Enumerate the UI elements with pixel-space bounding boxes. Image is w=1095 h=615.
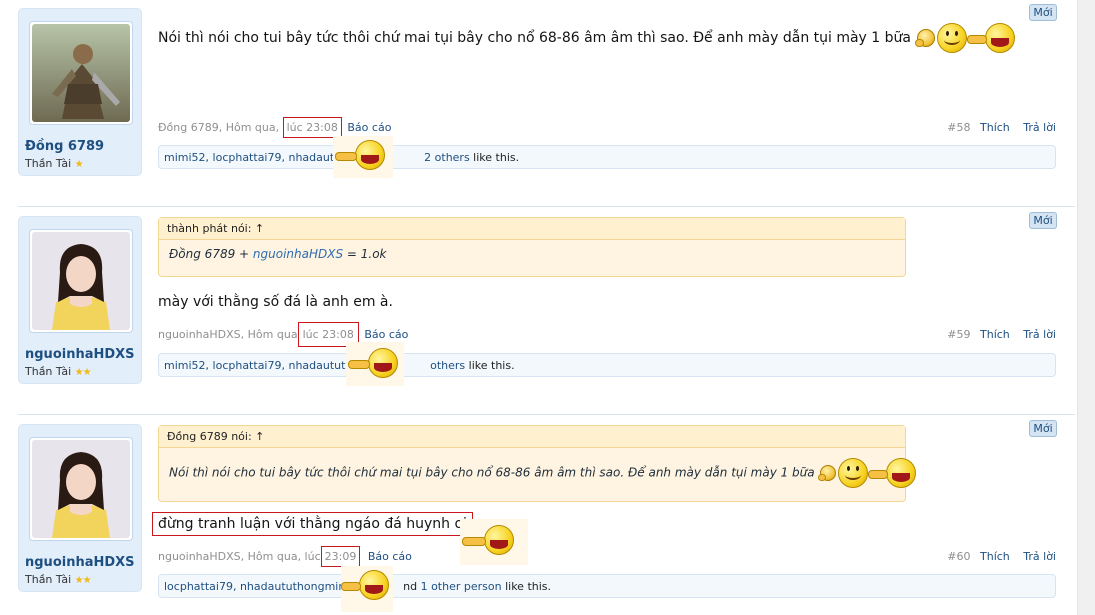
likes-names[interactable]: locphattai79, nhadaututhongminh, tr [164,580,368,593]
quote-author[interactable]: thành phát nói: ↑ [159,218,905,240]
quote-body-text: Nói thì nói cho tui bây tức thôi chứ mai… [169,465,815,480]
avatar-image [32,24,130,122]
star-icon: ★★ [74,575,92,586]
likes-names[interactable]: mimi52, locphattai79, nhadaututho [164,151,359,164]
avatar[interactable] [29,229,133,333]
user-title-text: Thần Tài [25,365,72,378]
likes-others-link[interactable]: others [430,359,465,372]
likes-summary: mimi52, locphattai79, nhadaututho 2 othe… [158,145,1056,169]
pointing-laugh-icon [868,458,918,488]
likes-suffix: like this. [469,151,520,164]
likes-suffix: like this. [465,359,515,372]
like-link[interactable]: Thích [980,328,1010,341]
post-number[interactable]: #58 [947,121,970,134]
quote-text-b: = 1.ok [343,247,387,261]
star-icon: ★ [74,159,84,170]
likes-mid: nd [403,580,421,593]
like-link[interactable]: Thích [980,121,1010,134]
smile-icon [937,23,968,53]
avatar-image [32,232,130,330]
likes-summary: mimi52, locphattai79, nhadaututhong othe… [158,353,1056,377]
report-link[interactable]: Báo cáo [368,550,412,563]
user-panel: Đồng 6789 Thần Tài ★ [18,8,142,176]
pointing-laugh-icon [967,23,1017,53]
new-badge: Mới [1029,4,1057,21]
post-59: nguoinhaHDXS Thần Tài ★★ Mới thành phát … [0,206,1077,414]
username[interactable]: nguoinhaHDXS [25,555,135,570]
message-body-highlighted: đừng tranh luận với thằng ngáo đá huynh … [152,512,473,536]
user-title-text: Thần Tài [25,157,72,170]
post-time-highlighted[interactable]: lúc 23:08 [282,117,342,138]
post-meta: nguoinhaHDXS, Hôm qua lúc 23:08 Báo cáo #… [158,322,1056,347]
meta-day: Hôm qua [247,328,298,341]
user-title: Thần Tài ★★ [25,365,92,378]
meta-author[interactable]: nguoinhaHDXS, [158,550,244,563]
message-text: đừng tranh luận với thằng ngáo đá huynh … [152,512,473,536]
quote-text: Đồng 6789 + nguoinhaHDXS = 1.ok [159,240,905,261]
thinking-smiley-icon [818,463,838,483]
user-panel: nguoinhaHDXS Thần Tài ★★ [18,424,142,592]
post-number[interactable]: #60 [947,550,970,563]
reply-link[interactable]: Trả lời [1023,328,1056,341]
quote-block: Đồng 6789 nói: ↑ Nói thì nói cho tui bây… [158,425,917,502]
username[interactable]: Đồng 6789 [25,139,104,154]
avatar[interactable] [29,21,133,125]
user-title: Thần Tài ★★ [25,573,92,586]
user-title-text: Thần Tài [25,573,72,586]
username[interactable]: nguoinhaHDXS [25,347,135,362]
pointing-laugh-icon [346,342,404,386]
likes-others-link[interactable]: 1 other person [421,580,502,593]
avatar[interactable] [29,437,133,541]
post-58: Đồng 6789 Thần Tài ★ Mới Nói thì nói cho… [0,0,1077,200]
star-icon: ★★ [74,367,92,378]
post-meta: Đồng 6789, Hôm qua, lúc 23:08 Báo cáo #5… [158,117,1056,138]
meta-author[interactable]: nguoinhaHDXS, [158,328,244,341]
reply-link[interactable]: Trả lời [1023,121,1056,134]
avatar-image [32,440,130,538]
post-time-highlighted[interactable]: 23:09 [320,546,361,567]
likes-others-link[interactable]: 2 others [424,151,470,164]
post-number[interactable]: #59 [947,328,970,341]
new-badge: Mới [1029,212,1057,229]
post-60: nguoinhaHDXS Thần Tài ★★ Mới Đồng 6789 n… [0,414,1077,615]
user-title: Thần Tài ★ [25,157,84,170]
message-text: Nói thì nói cho tui bây tức thôi chứ mai… [158,23,1017,53]
thinking-smiley-icon [915,27,937,49]
pointing-laugh-icon [341,566,393,612]
likes-names[interactable]: mimi52, locphattai79, nhadaututhong [164,359,373,372]
likes-summary: locphattai79, nhadaututhongminh, tr nd 1… [158,574,1056,598]
reply-link[interactable]: Trả lời [1023,550,1056,563]
quote-author[interactable]: Đồng 6789 nói: ↑ [159,426,905,448]
new-badge: Mới [1029,420,1057,437]
scrollbar[interactable] [1077,0,1095,615]
meta-day: Hôm qua, [225,121,280,134]
meta-day: Hôm qua, lúc [247,550,321,563]
quote-block: thành phát nói: ↑ Đồng 6789 + nguoinhaHD… [158,217,906,277]
quote-user-link[interactable]: nguoinhaHDXS [253,247,343,261]
meta-author[interactable]: Đồng 6789, [158,121,222,134]
pointing-laugh-icon [333,136,393,178]
message-body: Nói thì nói cho tui bây tức thôi chứ mai… [158,30,911,46]
like-link[interactable]: Thích [980,550,1010,563]
report-link[interactable]: Báo cáo [364,328,408,341]
message-text: mày với thằng số đá là anh em à. [158,294,393,310]
post-meta: nguoinhaHDXS, Hôm qua, lúc 23:09 Báo cáo … [158,546,1056,567]
report-link[interactable]: Báo cáo [347,121,391,134]
smile-icon [838,458,869,488]
quote-text-a: Đồng 6789 + [169,247,253,261]
user-panel: nguoinhaHDXS Thần Tài ★★ [18,216,142,384]
likes-suffix: like this. [501,580,552,593]
quote-text: Nói thì nói cho tui bây tức thôi chứ mai… [159,448,917,488]
